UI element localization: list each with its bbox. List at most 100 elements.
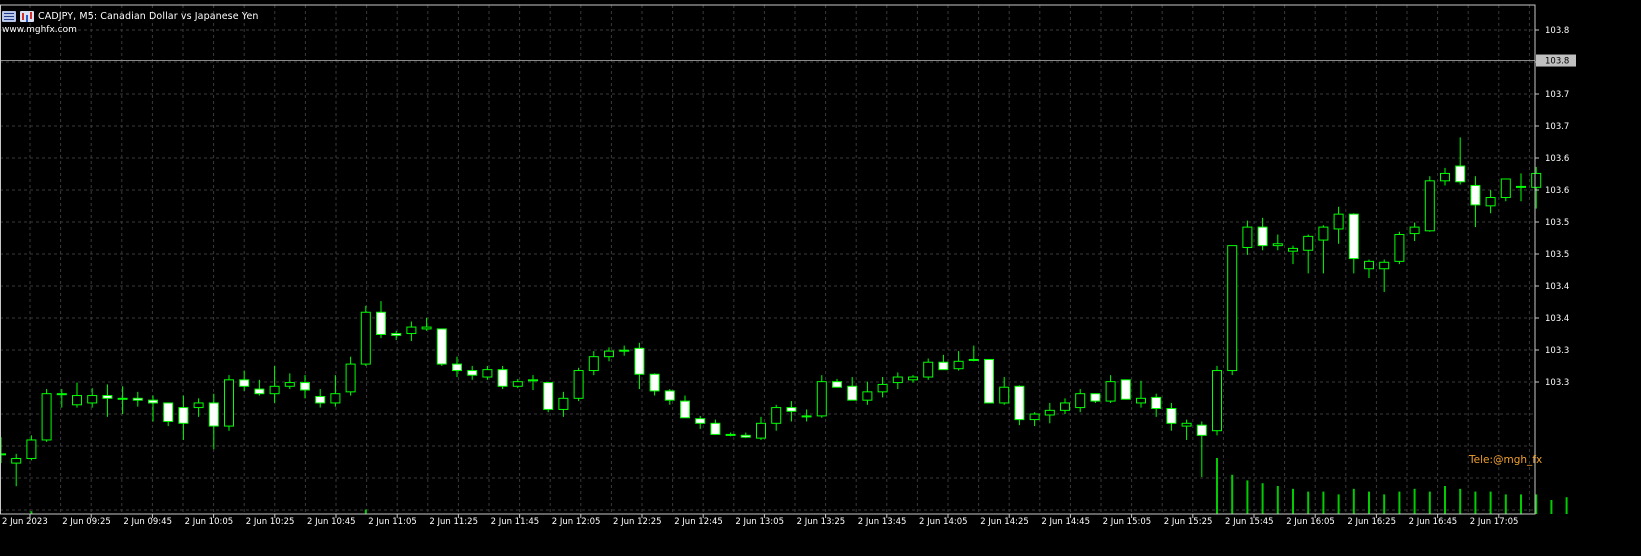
candle [193,398,204,417]
candle [877,377,888,398]
candle-body [1196,424,1207,436]
current-price-tag: 103.8 [1536,54,1576,67]
window-menu-icon[interactable] [2,10,16,22]
candle [1044,402,1055,424]
candle [26,435,37,461]
candle-body [832,381,842,388]
candle-body [816,381,827,417]
candle [999,377,1010,405]
candle-body [999,386,1010,404]
candle [452,356,462,378]
candle [41,389,52,442]
candle [1151,393,1162,417]
candle-body [908,376,918,381]
candle [588,351,599,376]
candle-body [41,393,52,441]
time-label: 2 Jun 11:45 [491,517,540,527]
candle [1288,245,1298,265]
candle-body [482,369,493,378]
candle [284,373,295,390]
candle [467,365,478,380]
candle-body [1409,226,1420,235]
candle-body [664,390,675,401]
candle [1500,178,1511,202]
candle-body [452,363,462,372]
candle-body [847,385,858,401]
candle-body [56,393,67,396]
price-chart[interactable]: 103.8 103.8 103.7 103.7 103.6 103.6 103.5 103.5… [0,0,1641,552]
candle-body [360,311,371,365]
candle [497,365,508,390]
candle [558,391,569,417]
candle-body [604,350,614,358]
candle [862,381,873,405]
candle-body [1500,178,1511,198]
candle-body [710,422,721,435]
candle [224,375,234,431]
candle [1531,166,1542,209]
time-label: 2 Jun 14:45 [1041,517,1090,527]
candle-body [72,395,82,406]
candle [269,365,280,403]
candle [801,409,812,422]
price-label: 103.8 [1545,26,1569,36]
time-label: 2 Jun 11:05 [368,517,417,527]
time-label: 2 Jun 10:25 [246,517,295,527]
candle-body [11,457,22,464]
candle [1440,167,1450,186]
candle [1227,245,1238,376]
candle [1455,137,1466,185]
time-axis: 2 Jun 2023 2 Jun 09:25 2 Jun 09:45 2 Jun 10… [2,514,1518,527]
candle [619,345,630,356]
candle-body [695,418,706,424]
candle [1379,259,1390,292]
candle [953,351,964,371]
candle-body [771,407,782,424]
candle-body [528,379,538,382]
candle-body [1485,196,1496,207]
candle-body [801,415,812,418]
candle [1014,385,1025,426]
candle [1166,402,1177,431]
chart-type-icon[interactable] [20,10,34,22]
candle-body [1455,165,1466,183]
grid-lines [0,5,1535,514]
candle [1242,220,1253,255]
candle [1470,176,1481,228]
candle [406,321,417,341]
candle-body [345,363,356,393]
candle-body [163,402,174,422]
candle-body [315,395,326,404]
candle [1424,176,1435,232]
candle [512,378,523,389]
candle [376,301,386,339]
chart-window[interactable]: 103.8 103.8 103.7 103.7 103.6 103.6 103.5 103.5… [0,0,1641,552]
price-label: 103.4 [1545,314,1569,324]
candle-body [102,395,113,399]
candle-body [1212,370,1222,432]
candle-body [1090,393,1101,402]
candle [1212,365,1222,436]
candle-body [1105,381,1116,402]
candle-body [300,382,310,391]
candle [1272,234,1283,251]
candle [102,384,113,417]
candle-body [1470,184,1481,206]
price-label: 103.7 [1545,90,1569,100]
candle [208,393,219,450]
candle-body [1166,407,1177,424]
candle [847,377,858,401]
candle-body [725,433,736,436]
candle-body [1424,180,1435,232]
price-label: 103.5 [1545,218,1569,228]
candle-body [1181,422,1192,427]
candle [968,345,979,362]
time-label: 2 Jun 14:25 [980,517,1029,527]
candle-body [1516,185,1526,188]
candle-body [1364,260,1374,270]
candle [923,358,934,380]
candle [908,375,918,383]
candle-body [573,370,584,399]
candle [1196,421,1207,477]
candle [360,305,371,366]
